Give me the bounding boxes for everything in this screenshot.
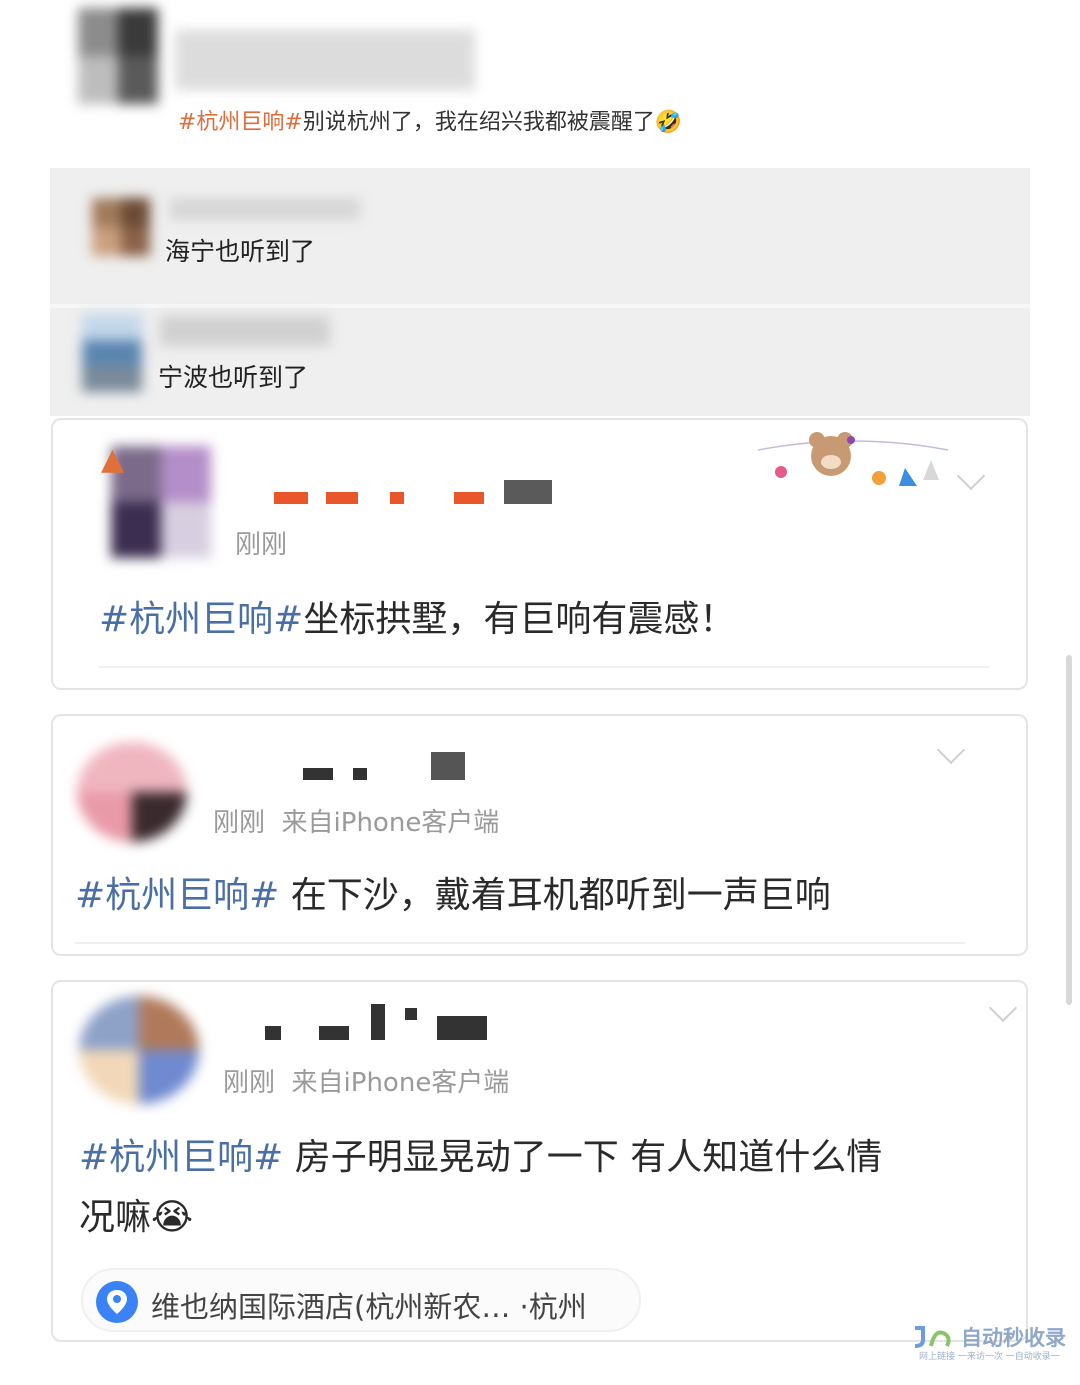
watermark-logo-icon xyxy=(909,1324,959,1348)
post-card[interactable]: 刚刚 来自iPhone客户端 #杭州巨响# 房子明显晃动了一下 有人知道什么情 … xyxy=(51,980,1028,1342)
post-text: #杭州巨响#别说杭州了，我在绍兴我都被震醒了🤣 xyxy=(178,110,683,135)
reply-avatar[interactable] xyxy=(82,314,142,392)
location-pin-icon xyxy=(95,1280,139,1324)
reply-avatar[interactable] xyxy=(92,198,150,256)
post-time: 刚刚 xyxy=(213,808,266,838)
post-meta: 刚刚 来自iPhone客户端 xyxy=(223,1062,509,1099)
divider xyxy=(75,942,965,944)
post-card[interactable]: ▲ 刚刚 #杭州巨响#坐标拱墅，有巨响有震感！ xyxy=(51,418,1028,690)
hashtag-link[interactable]: #杭州巨响# xyxy=(178,110,303,135)
hashtag-link[interactable]: #杭州巨响# xyxy=(75,875,279,916)
divider xyxy=(99,666,989,668)
hashtag-link[interactable]: #杭州巨响# xyxy=(99,599,303,640)
avatar[interactable] xyxy=(78,8,158,104)
reply-username[interactable] xyxy=(160,316,330,346)
crying-emoji-icon: 😭 xyxy=(151,1197,194,1238)
post-text-line2: 况嘛😭 xyxy=(79,1197,194,1238)
hashtag-link[interactable]: #杭州巨响# xyxy=(79,1137,283,1178)
reply-divider xyxy=(50,304,1030,308)
post-meta: 刚刚 来自iPhone客户端 xyxy=(213,802,499,839)
chevron-down-icon[interactable] xyxy=(956,461,986,491)
username[interactable] xyxy=(263,1004,503,1044)
username[interactable] xyxy=(301,752,481,782)
post-card[interactable]: 刚刚 来自iPhone客户端 #杭州巨响# 在下沙，戴着耳机都听到一声巨响 xyxy=(51,714,1028,956)
post-text-line1: #杭州巨响# 房子明显晃动了一下 有人知道什么情 xyxy=(79,1137,883,1178)
decoration-bear-icon xyxy=(753,428,953,500)
avatar[interactable] xyxy=(77,742,187,842)
party-hat-icon: ▲ xyxy=(101,442,125,477)
reply-text: 海宁也听到了 xyxy=(165,237,316,266)
reply-username[interactable] xyxy=(170,198,360,220)
chevron-down-icon[interactable] xyxy=(988,993,1018,1023)
username[interactable] xyxy=(268,480,558,508)
chevron-down-icon[interactable] xyxy=(936,735,966,765)
post-source[interactable]: 来自iPhone客户端 xyxy=(282,808,500,838)
location-tag[interactable]: 维也纳国际酒店(杭州新农… ·杭州 xyxy=(81,1268,641,1332)
post-text: #杭州巨响#坐标拱墅，有巨响有震感！ xyxy=(99,599,736,640)
location-text: 维也纳国际酒店(杭州新农… ·杭州 xyxy=(151,1290,587,1324)
post-text: #杭州巨响# 在下沙，戴着耳机都听到一声巨响 xyxy=(75,875,831,916)
watermark: 自动秒收录 网上链接 一来访一次 一自动收录一 xyxy=(905,1322,1070,1362)
avatar[interactable] xyxy=(79,996,199,1104)
scrollbar[interactable] xyxy=(1066,655,1072,1005)
top-post: #杭州巨响#别说杭州了，我在绍兴我都被震醒了🤣 xyxy=(0,0,1080,160)
reply-text: 宁波也听到了 xyxy=(158,363,309,392)
laugh-emoji-icon: 🤣 xyxy=(654,110,683,135)
post-time: 刚刚 xyxy=(223,1068,276,1098)
post-source[interactable]: 来自iPhone客户端 xyxy=(292,1068,510,1098)
username[interactable] xyxy=(175,30,475,90)
post-time: 刚刚 xyxy=(235,530,288,560)
avatar[interactable] xyxy=(111,446,211,558)
reply-list: 海宁也听到了 宁波也听到了 xyxy=(50,168,1030,416)
